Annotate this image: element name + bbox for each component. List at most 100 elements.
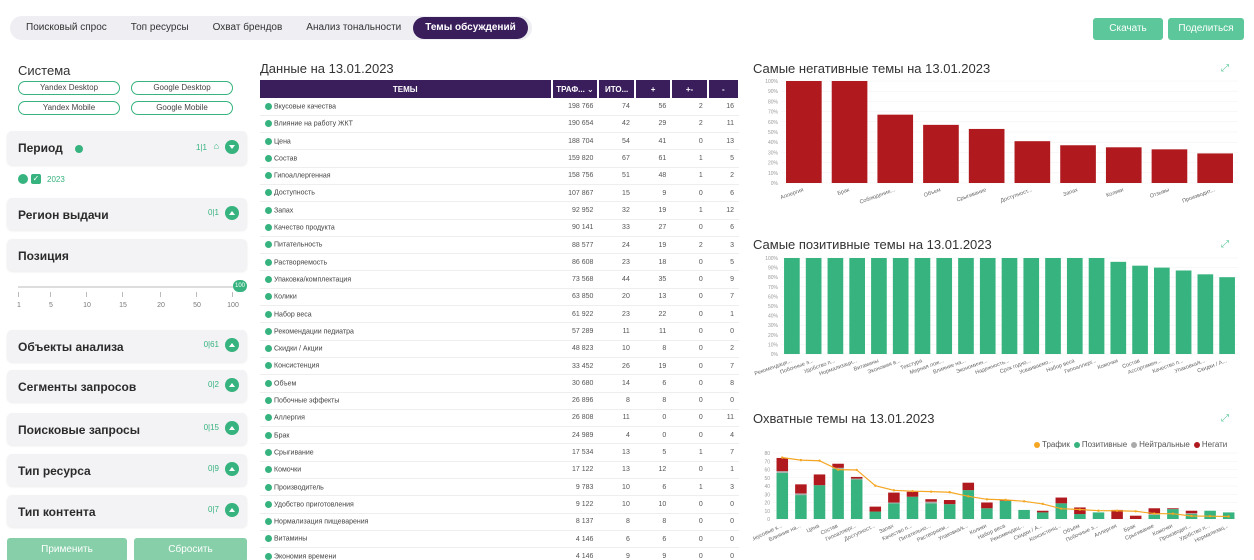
bar[interactable] xyxy=(1197,274,1214,354)
plus-icon[interactable] xyxy=(265,466,272,474)
bar[interactable] xyxy=(923,124,959,183)
plus-icon[interactable] xyxy=(265,189,272,197)
col-total[interactable]: ИТО... xyxy=(598,80,636,98)
plus-icon[interactable] xyxy=(265,345,272,353)
plus-icon[interactable] xyxy=(265,518,272,526)
col-neutral[interactable]: +- xyxy=(671,80,709,98)
chevron-up-icon[interactable] xyxy=(225,462,239,476)
tab-4[interactable]: Темы обсуждений xyxy=(413,17,528,39)
bar[interactable] xyxy=(968,128,1005,183)
plus-icon[interactable] xyxy=(265,172,272,180)
table-row[interactable]: Комочки 17 122 13 12 0 1 xyxy=(260,461,739,480)
bar-negative[interactable] xyxy=(869,506,882,512)
traffic-point[interactable] xyxy=(836,468,840,471)
bar-negative[interactable] xyxy=(925,499,937,502)
table-row[interactable]: Удобство приготовления 9 122 10 10 0 0 xyxy=(260,495,739,514)
bar-neutral[interactable] xyxy=(776,471,789,473)
bar[interactable] xyxy=(1151,149,1188,183)
plus-icon[interactable] xyxy=(265,327,272,335)
bar[interactable] xyxy=(1023,258,1040,354)
system-google-desktop[interactable]: Google Desktop xyxy=(131,81,233,95)
traffic-point[interactable] xyxy=(929,490,933,493)
chevron-up-icon[interactable] xyxy=(225,421,239,435)
bar-positive[interactable] xyxy=(925,503,937,519)
col-negative[interactable]: - xyxy=(707,80,741,98)
traffic-point[interactable] xyxy=(1208,514,1212,518)
traffic-point[interactable] xyxy=(818,459,821,462)
bar[interactable] xyxy=(871,258,887,354)
plus-icon[interactable] xyxy=(265,500,272,508)
table-row[interactable]: Экономия времени 4 146 9 9 0 0 xyxy=(260,547,739,560)
bar-positive[interactable] xyxy=(1018,509,1030,519)
reset-button[interactable]: Сбросить xyxy=(134,538,247,560)
bar[interactable] xyxy=(1175,270,1192,354)
bar-negative[interactable] xyxy=(1055,497,1068,504)
tab-3[interactable]: Анализ тональности xyxy=(294,17,413,39)
share-button[interactable]: Поделиться xyxy=(1168,18,1244,40)
bar-positive[interactable] xyxy=(1036,512,1049,519)
expand-icon[interactable]: ⤢ xyxy=(1221,413,1233,425)
bar-positive[interactable] xyxy=(1148,514,1161,519)
bar[interactable] xyxy=(958,258,974,354)
plus-icon[interactable] xyxy=(265,379,272,387)
table-row[interactable]: Брак 24 989 4 0 0 4 xyxy=(260,426,739,445)
bar[interactable] xyxy=(1110,261,1127,354)
sort-icon[interactable]: ⌄ xyxy=(587,85,594,94)
bar[interactable] xyxy=(786,81,822,183)
plus-icon[interactable] xyxy=(265,448,272,456)
plus-icon[interactable] xyxy=(265,258,272,266)
plus-icon[interactable] xyxy=(265,137,272,145)
table-row[interactable]: Гипоаллергенная 158 756 51 48 1 2 xyxy=(260,167,739,185)
table-row[interactable]: Производитель 9 783 10 6 1 3 xyxy=(260,478,739,497)
bar-neutral[interactable] xyxy=(850,478,863,480)
table-row[interactable]: Упаковка/комплектация 73 568 44 35 0 9 xyxy=(260,270,739,289)
col-topics[interactable]: ТЕМЫ xyxy=(260,80,553,98)
traffic-point[interactable] xyxy=(892,489,896,492)
plus-icon[interactable] xyxy=(265,414,272,422)
bar-neutral[interactable] xyxy=(925,501,937,504)
filter-region[interactable]: Регион выдачи 0|1 xyxy=(7,198,247,230)
col-positive[interactable]: + xyxy=(634,80,673,98)
system-yandex-desktop[interactable]: Yandex Desktop xyxy=(18,81,120,95)
bar[interactable] xyxy=(1060,145,1096,183)
traffic-point[interactable] xyxy=(1153,512,1156,515)
bar-positive[interactable] xyxy=(1055,503,1068,519)
table-row[interactable]: Объем 30 680 14 6 0 8 xyxy=(260,374,739,393)
system-yandex-mobile[interactable]: Yandex Mobile xyxy=(18,101,120,115)
bar-negative[interactable] xyxy=(962,482,975,491)
bar-positive[interactable] xyxy=(850,479,863,519)
bar-negative[interactable] xyxy=(888,492,900,503)
traffic-point[interactable] xyxy=(1078,508,1082,511)
plus-icon[interactable] xyxy=(265,224,272,232)
plus-icon[interactable] xyxy=(265,120,272,128)
col-traffic[interactable]: ТРАФ... ⌄ xyxy=(551,80,600,98)
traffic-point[interactable] xyxy=(967,495,970,498)
traffic-point[interactable] xyxy=(1004,498,1007,502)
plus-icon[interactable] xyxy=(265,275,272,283)
bar-negative[interactable] xyxy=(813,474,826,486)
traffic-point[interactable] xyxy=(1190,514,1193,518)
traffic-point[interactable] xyxy=(1022,500,1026,503)
plus-icon[interactable] xyxy=(265,310,272,318)
position-slider-track[interactable] xyxy=(18,286,242,288)
bar[interactable] xyxy=(1001,258,1018,354)
plus-icon[interactable] xyxy=(265,154,272,162)
bar-negative[interactable] xyxy=(943,500,956,505)
bar[interactable] xyxy=(1045,258,1061,354)
traffic-point[interactable] xyxy=(985,498,989,501)
bar-positive[interactable] xyxy=(832,468,844,519)
bar[interactable] xyxy=(827,258,844,354)
bar-positive[interactable] xyxy=(813,485,826,519)
table-row[interactable]: Питательность 88 577 24 19 2 3 xyxy=(260,236,739,255)
expand-icon[interactable]: ⤢ xyxy=(1221,239,1233,251)
bar[interactable] xyxy=(1088,258,1105,354)
bar-negative[interactable] xyxy=(906,491,919,497)
traffic-point[interactable] xyxy=(1041,502,1044,506)
bar[interactable] xyxy=(1197,153,1233,183)
filter-0[interactable]: Объекты анализа 0|61 xyxy=(7,330,247,362)
plus-icon[interactable] xyxy=(265,535,272,543)
clear-icon[interactable]: ⌂ xyxy=(214,141,219,151)
traffic-point[interactable] xyxy=(948,491,951,494)
bar[interactable] xyxy=(1105,147,1142,183)
bar[interactable] xyxy=(1132,265,1148,354)
